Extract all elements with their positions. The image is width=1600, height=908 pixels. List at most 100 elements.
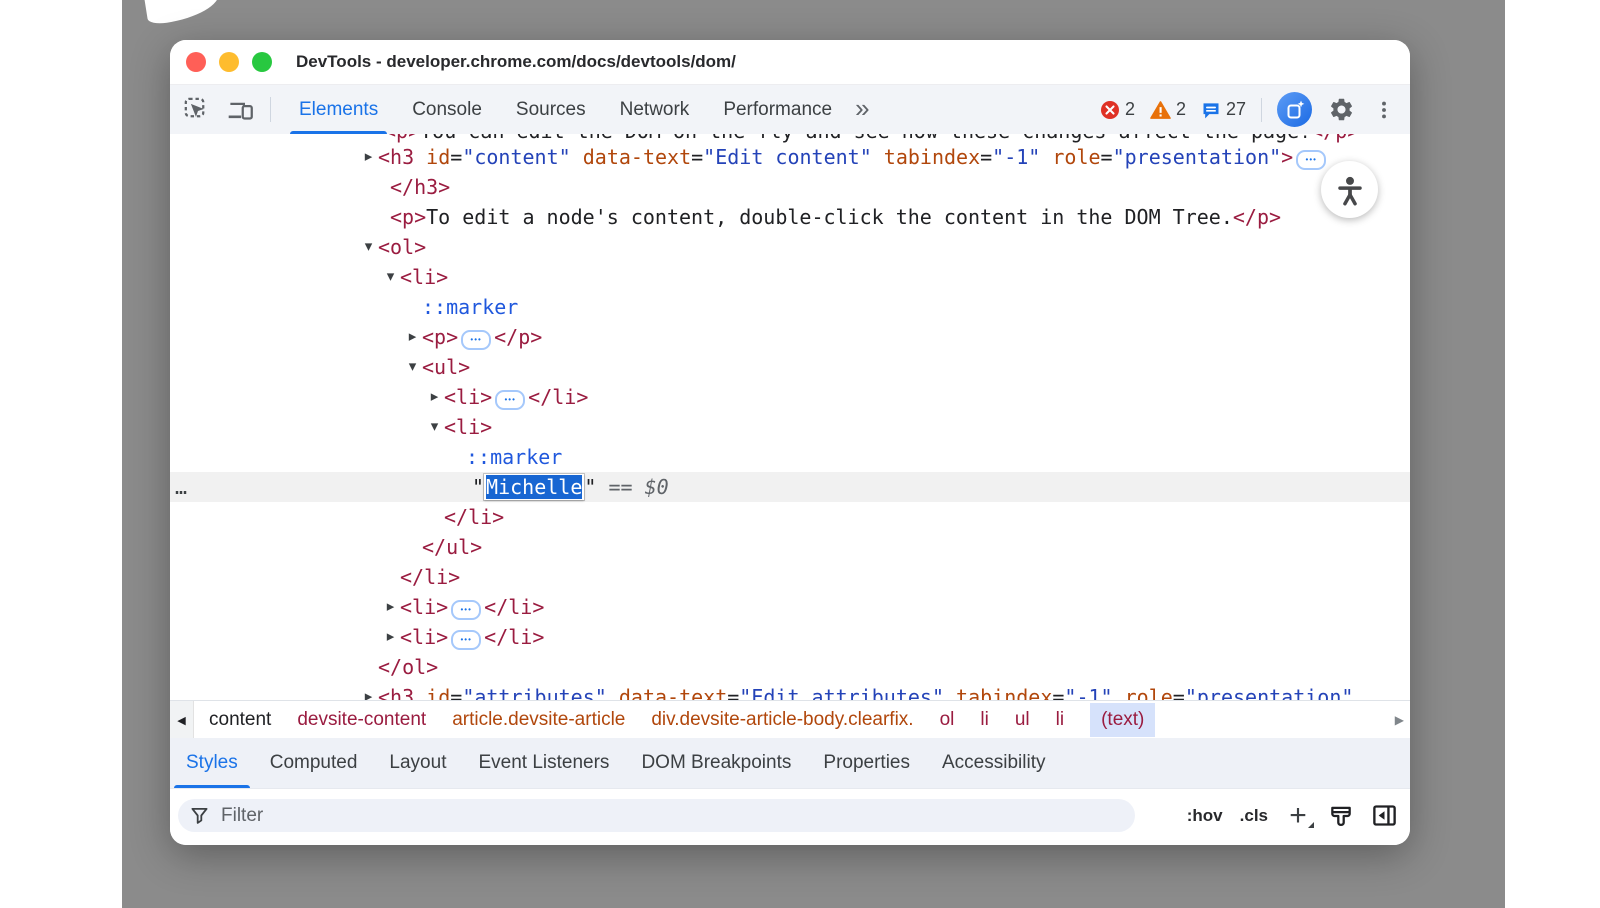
settings-button[interactable]: [1327, 96, 1355, 124]
code-token: [872, 145, 884, 169]
more-tabs-icon[interactable]: »: [849, 93, 875, 124]
code-token: role: [1125, 685, 1173, 700]
breadcrumb-item-li[interactable]: li: [1056, 709, 1064, 731]
dom-tree-line[interactable]: </h3>: [170, 172, 1410, 202]
error-icon: [1100, 100, 1120, 120]
breadcrumb-item-li[interactable]: li: [980, 709, 988, 731]
tab-sources[interactable]: Sources: [499, 85, 603, 134]
chevron-left-icon: ◀: [177, 714, 185, 727]
dom-tree-line[interactable]: …"Michelle" == $0: [170, 472, 1410, 502]
expand-arrow-icon[interactable]: ▸: [405, 322, 420, 352]
sidebar-tab-dom-breakpoints[interactable]: DOM Breakpoints: [625, 738, 807, 788]
device-toolbar-icon[interactable]: [227, 96, 254, 123]
ai-assistance-button[interactable]: [1277, 92, 1312, 127]
dom-tree[interactable]: <p>You can edit the DOM on the fly and s…: [170, 134, 1410, 700]
breadcrumb-item-devsite-content[interactable]: devsite-content: [297, 709, 426, 731]
dom-tree-line[interactable]: ▸<p>•••</p>: [170, 322, 1410, 352]
inline-expand-ellipsis-button[interactable]: •••: [451, 600, 481, 620]
dom-tree-line[interactable]: ▸<li>•••</li>: [170, 622, 1410, 652]
expand-arrow-icon[interactable]: ▸: [361, 142, 376, 172]
styles-pane-toolbar: :hov .cls +: [170, 789, 1410, 845]
styles-filter-input[interactable]: [219, 804, 1123, 828]
dom-tree-line[interactable]: </ul>: [170, 532, 1410, 562]
breadcrumb-scroll-right-button[interactable]: ▶: [1395, 701, 1404, 739]
inline-expand-ellipsis-button[interactable]: •••: [1296, 150, 1326, 170]
dom-tree-line[interactable]: ▸<h3 id="content" data-text="Edit conten…: [170, 142, 1410, 172]
breadcrumb-item-article-devsite-article[interactable]: article.devsite-article: [452, 709, 625, 731]
code-token: =: [1173, 685, 1185, 700]
code-token: <p>: [390, 205, 426, 229]
breadcrumb-scroll-left-button[interactable]: ◀: [170, 701, 194, 739]
zoom-window-button[interactable]: [252, 52, 272, 72]
dom-tree-line[interactable]: <p>To edit a node's content, double-clic…: [170, 202, 1410, 232]
inline-expand-ellipsis-button[interactable]: •••: [495, 390, 525, 410]
breadcrumb-item-ol[interactable]: ol: [940, 709, 955, 731]
close-window-button[interactable]: [186, 52, 206, 72]
dom-tree-line[interactable]: ▸<h3 id="attributes" data-text="Edit att…: [170, 682, 1410, 700]
toggle-sidebar-button[interactable]: [1371, 802, 1398, 829]
code-token: [1040, 145, 1052, 169]
dom-tree-line[interactable]: ▾<ol>: [170, 232, 1410, 262]
accessibility-person-icon: [1334, 174, 1366, 206]
sidebar-tab-event-listeners[interactable]: Event Listeners: [462, 738, 625, 788]
console-errors-badge[interactable]: 2: [1100, 99, 1135, 120]
tab-elements[interactable]: Elements: [282, 85, 395, 134]
sidebar-tab-layout[interactable]: Layout: [373, 738, 462, 788]
dom-tree-line[interactable]: ▸<li>•••</li>: [170, 592, 1410, 622]
issues-icon: [1201, 100, 1221, 120]
inline-expand-ellipsis-button[interactable]: •••: [461, 330, 491, 350]
collapse-arrow-icon[interactable]: ▾: [405, 352, 420, 382]
toggle-element-state-button[interactable]: :hov: [1187, 806, 1223, 826]
tab-network[interactable]: Network: [603, 85, 707, 134]
rendering-brush-button[interactable]: [1328, 803, 1354, 829]
inline-expand-ellipsis-button[interactable]: •••: [451, 630, 481, 650]
text-node-edit-box[interactable]: Michelle: [484, 474, 584, 500]
breadcrumb-item-ul[interactable]: ul: [1015, 709, 1030, 731]
sidebar-tab-accessibility[interactable]: Accessibility: [926, 738, 1061, 788]
sidebar-tab-computed[interactable]: Computed: [254, 738, 374, 788]
selected-text-node-value[interactable]: Michelle: [486, 475, 582, 499]
element-classes-button[interactable]: .cls: [1240, 806, 1268, 826]
code-token: data-text: [583, 145, 691, 169]
expand-arrow-icon[interactable]: ▸: [383, 592, 398, 622]
code-token: [607, 685, 619, 700]
accessibility-overlay-button[interactable]: [1321, 161, 1378, 218]
sidebar-tab-properties[interactable]: Properties: [807, 738, 926, 788]
dom-tree-line[interactable]: </ol>: [170, 652, 1410, 682]
tab-performance[interactable]: Performance: [706, 85, 849, 134]
expand-arrow-icon[interactable]: ▸: [383, 622, 398, 652]
new-style-rule-button[interactable]: +: [1285, 803, 1311, 829]
sidebar-tab-styles[interactable]: Styles: [170, 738, 254, 788]
dom-tree-line[interactable]: ::marker: [170, 292, 1410, 322]
code-token: ::marker: [422, 295, 518, 319]
code-token: "content": [462, 145, 570, 169]
dom-tree-line[interactable]: ▾<li>: [170, 262, 1410, 292]
collapse-arrow-icon[interactable]: ▾: [383, 262, 398, 292]
inspect-element-icon[interactable]: [183, 96, 210, 123]
breadcrumb-item-text[interactable]: (text): [1090, 703, 1155, 737]
expand-arrow-icon[interactable]: ▸: [361, 682, 376, 700]
sidebar-tabs: StylesComputedLayoutEvent ListenersDOM B…: [170, 738, 1410, 789]
expand-arrow-icon[interactable]: ▸: [427, 382, 442, 412]
dom-tree-line[interactable]: ▾<ul>: [170, 352, 1410, 382]
tab-console[interactable]: Console: [395, 85, 499, 134]
issues-badge[interactable]: 27: [1201, 99, 1246, 120]
dom-tree-line[interactable]: ▾<li>: [170, 412, 1410, 442]
collapse-arrow-icon[interactable]: ▾: [361, 232, 376, 262]
filter-field[interactable]: [178, 799, 1135, 832]
breadcrumb-item-div-devsite-article-body-clearfix[interactable]: div.devsite-article-body.clearfix.: [651, 709, 913, 731]
ai-assistance-icon: [1283, 98, 1307, 122]
collapse-arrow-icon[interactable]: ▾: [427, 412, 442, 442]
dom-tree-line[interactable]: </li>: [170, 502, 1410, 532]
code-token: [414, 145, 426, 169]
console-warnings-badge[interactable]: 2: [1150, 99, 1186, 120]
warning-count: 2: [1176, 99, 1186, 120]
code-token: ": [472, 475, 484, 499]
minimize-window-button[interactable]: [219, 52, 239, 72]
dom-tree-line[interactable]: ::marker: [170, 442, 1410, 472]
code-token: To edit a node's content, double-click t…: [426, 205, 1233, 229]
dom-tree-line[interactable]: </li>: [170, 562, 1410, 592]
more-options-button[interactable]: [1370, 96, 1398, 124]
dom-tree-line[interactable]: ▸<li>•••</li>: [170, 382, 1410, 412]
breadcrumb-item-content[interactable]: content: [209, 709, 271, 731]
